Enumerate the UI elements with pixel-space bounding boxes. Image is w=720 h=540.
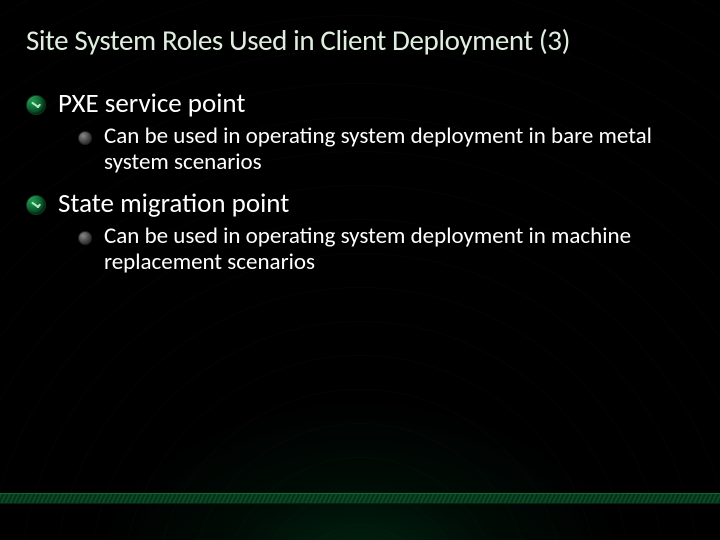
- arrow-bullet-icon: [26, 195, 46, 215]
- dot-bullet-icon: [78, 131, 92, 145]
- sub-bullet-item-2-1-text: Can be used in operating system deployme…: [104, 223, 674, 276]
- footer-accent-bar: [0, 493, 720, 504]
- arrow-bullet-icon: [26, 95, 46, 115]
- sub-bullet-item-1-1-text: Can be used in operating system deployme…: [104, 123, 674, 176]
- bullet-item-1: PXE service point: [26, 88, 694, 119]
- bullet-item-2-label: State migration point: [58, 188, 289, 219]
- slide-title: Site System Roles Used in Client Deploym…: [0, 0, 720, 58]
- slide-body: PXE service point Can be used in operati…: [0, 58, 720, 276]
- dot-bullet-icon: [78, 231, 92, 245]
- bullet-item-2: State migration point: [26, 188, 694, 219]
- sub-bullet-item-2-1: Can be used in operating system deployme…: [26, 223, 694, 276]
- sub-bullet-item-1-1: Can be used in operating system deployme…: [26, 123, 694, 176]
- bullet-item-1-label: PXE service point: [58, 88, 245, 119]
- slide: Site System Roles Used in Client Deploym…: [0, 0, 720, 540]
